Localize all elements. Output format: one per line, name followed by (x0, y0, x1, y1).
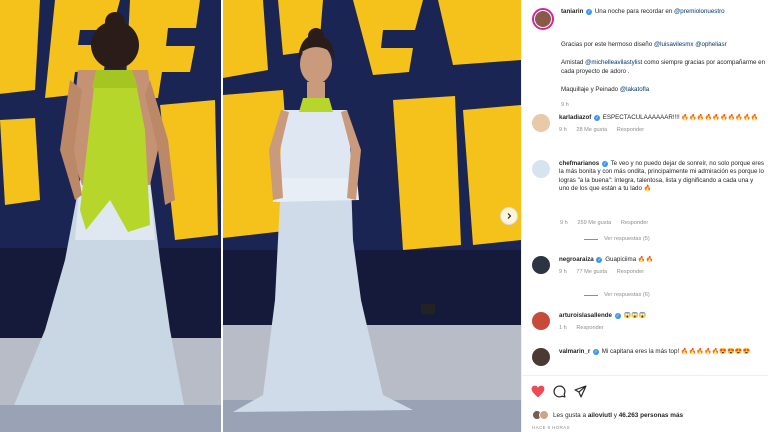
comment-item: negroaraiza ✓ Guapiciima 🔥🔥 9 h 77 Me gu… (532, 256, 768, 277)
view-replies-button[interactable]: Ver respuestas (6) (584, 292, 650, 298)
comment-likes[interactable]: 77 Me gusta (576, 269, 607, 275)
next-arrow-icon (507, 213, 512, 219)
heart-icon[interactable] (531, 385, 545, 403)
comment-time: 1 h (559, 325, 567, 332)
verified-icon: ✓ (596, 257, 603, 263)
avatar[interactable] (532, 256, 550, 274)
comment-username[interactable]: karladiazof (559, 114, 591, 121)
comment-username[interactable]: valmarin_r (559, 348, 590, 355)
comment-text: ESPECTACULAAAAAAR!!!! 🔥🔥🔥🔥🔥🔥🔥🔥🔥🔥 (602, 114, 759, 121)
likes-summary[interactable]: Les gusta a ailoviutl y 46.263 personas … (532, 410, 683, 420)
verified-icon: ✓ (601, 161, 608, 167)
post-date: HACE 9 HORAS (532, 425, 570, 430)
photo-back-view (0, 0, 223, 432)
comment-item: valmarin_r ✓ Mi capitana eres la más top… (532, 348, 768, 372)
post-caption: taniarin ✓ Una noche para recordar en @p… (522, 0, 768, 108)
post-actions-bar: Les gusta a ailoviutl y 46.263 personas … (522, 375, 768, 432)
post-side-panel: taniarin ✓ Una noche para recordar en @p… (521, 0, 768, 432)
caption-paragraph-2: Amistad @michelleavilastylist como siemp… (561, 59, 766, 75)
comment-username[interactable]: arturoislasallende (559, 312, 612, 319)
avatar[interactable] (532, 160, 550, 178)
reply-button[interactable]: Responder (617, 127, 644, 133)
mention-link[interactable]: @lakatofla (620, 86, 649, 93)
mention-link[interactable]: @michelleavilastylist (585, 59, 642, 66)
view-replies-button[interactable]: Ver respuestas (5) (584, 236, 650, 242)
comment-likes[interactable]: 28 Me gusta (576, 127, 607, 133)
photo-front-view (223, 0, 521, 432)
avatar[interactable] (532, 312, 550, 330)
reply-button[interactable]: Responder (576, 325, 603, 331)
share-icon[interactable] (574, 385, 587, 403)
comment-item: arturoislasallende ✓ 😱😱😱 1 h Responder (532, 312, 768, 333)
comment-time: 9 h (560, 220, 568, 226)
mention-link[interactable]: @opheliasr (695, 41, 726, 48)
verified-icon: ✓ (593, 349, 600, 355)
comment-time: 9 h (559, 269, 567, 276)
mention-link[interactable]: @luisavilesmx (654, 41, 694, 48)
likes-count[interactable]: 46.263 personas más (619, 412, 683, 419)
author-username[interactable]: taniarin (561, 8, 583, 15)
verified-icon: ✓ (586, 9, 593, 15)
comment-text: Mi capitana eres la más top! 🔥🔥🔥🔥🔥😍😍😍😍 (601, 348, 751, 355)
caption-paragraph-3: Maquillaje y Peinado @lakatofla (561, 86, 650, 93)
comment-username[interactable]: chefmarianos (559, 160, 599, 167)
post-media[interactable] (0, 0, 521, 432)
comment-likes[interactable]: 259 Me gusta (577, 220, 611, 226)
caption-paragraph-1: Gracias por este hermoso diseño @luisavi… (561, 41, 727, 48)
avatar[interactable] (532, 348, 550, 366)
avatar[interactable] (532, 114, 550, 132)
avatar (539, 410, 549, 420)
comment-time: 9 h (559, 127, 567, 134)
comment-meta: 9 h 259 Me gusta Responder (560, 220, 656, 226)
liker-username[interactable]: ailoviutl (588, 412, 612, 419)
verified-icon: ✓ (594, 115, 601, 121)
reply-button[interactable]: Responder (617, 269, 644, 275)
comment-username[interactable]: negroaraiza (559, 256, 594, 263)
caption-time: 9 h (561, 102, 569, 108)
comment-icon[interactable] (553, 385, 566, 403)
next-photo-button[interactable] (500, 207, 518, 225)
reply-button[interactable]: Responder (621, 220, 648, 226)
verified-icon: ✓ (614, 313, 621, 319)
comment-item: chefmarianos ✓ Te veo y no puedo dejar d… (532, 160, 768, 220)
comment-item: karladiazof ✓ ESPECTACULAAAAAAR!!!! 🔥🔥🔥🔥… (532, 114, 768, 135)
caption-text: Una noche para recordar en (594, 8, 673, 15)
caption-mention[interactable]: @premiolonuestro (674, 8, 725, 15)
comment-text: Guapiciima 🔥🔥 (605, 256, 654, 263)
comment-text: 😱😱😱 (623, 312, 647, 319)
author-avatar[interactable] (532, 8, 554, 30)
